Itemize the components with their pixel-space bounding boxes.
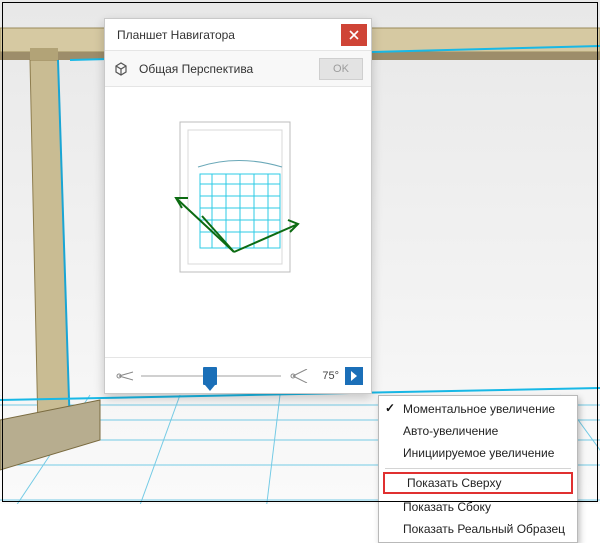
- dialog-footer: 75°: [105, 357, 371, 393]
- view-selector-row[interactable]: Общая Перспектива OK: [105, 51, 371, 87]
- ok-button[interactable]: OK: [319, 58, 363, 80]
- dialog-titlebar[interactable]: Планшет Навигатора: [105, 19, 371, 51]
- close-icon[interactable]: [341, 24, 367, 46]
- preview-area[interactable]: [105, 87, 371, 357]
- menu-item-initiated-zoom[interactable]: Инициируемое увеличение: [379, 442, 577, 464]
- menu-item-show-top[interactable]: Показать Сверху: [383, 472, 573, 494]
- narrow-fov-icon: [113, 369, 135, 383]
- view-name: Общая Перспектива: [133, 62, 319, 76]
- menu-separator: [385, 468, 571, 469]
- menu-item-auto-zoom[interactable]: Авто-увеличение: [379, 420, 577, 442]
- dialog-title-text: Планшет Навигатора: [117, 28, 235, 42]
- fov-angle-text: 75°: [315, 370, 339, 382]
- menu-item-show-real-sample[interactable]: Показать Реальный Образец: [379, 518, 577, 540]
- navigator-preview-dialog: Планшет Навигатора Общая Перспектива OK: [104, 18, 372, 394]
- options-menu-button[interactable]: [345, 367, 363, 385]
- perspective-icon: [113, 61, 129, 77]
- fov-slider[interactable]: [141, 369, 281, 383]
- wide-fov-icon: [287, 369, 309, 383]
- slider-thumb[interactable]: [203, 367, 217, 385]
- options-context-menu: Моментальное увеличение Авто-увеличение …: [378, 395, 578, 543]
- menu-item-instant-zoom[interactable]: Моментальное увеличение: [379, 398, 577, 420]
- menu-item-show-side[interactable]: Показать Сбоку: [379, 496, 577, 518]
